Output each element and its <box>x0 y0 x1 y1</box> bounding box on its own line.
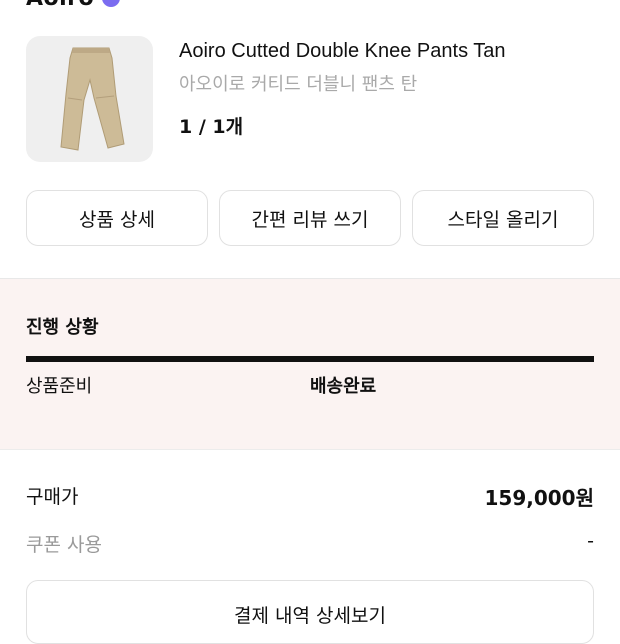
coupon-label: 쿠폰 사용 <box>26 534 102 556</box>
write-review-button[interactable]: 간편 리뷰 쓰기 <box>219 190 401 246</box>
product-name-ko: 아오이로 커티드 더블니 팬츠 탄 <box>179 74 418 95</box>
price-row: 구매가 159,000원 <box>26 482 595 510</box>
price-value: 159,000원 <box>484 486 595 510</box>
coupon-row: 쿠폰 사용 - <box>26 530 594 556</box>
product-summary: Aoiro Cutted Double Knee Pants Tan 아오이로 … <box>26 36 594 162</box>
price-label: 구매가 <box>26 486 79 508</box>
product-thumbnail[interactable] <box>26 36 153 162</box>
product-name-en[interactable]: Aoiro Cutted Double Knee Pants Tan <box>179 40 506 63</box>
progress-bar <box>26 356 594 362</box>
payment-detail-button[interactable]: 결제 내역 상세보기 <box>26 580 594 644</box>
verified-badge-icon <box>102 0 121 7</box>
post-style-button[interactable]: 스타일 올리기 <box>412 190 594 246</box>
section-divider <box>0 449 620 450</box>
product-actions: 상품 상세 간편 리뷰 쓰기 스타일 올리기 <box>26 190 594 246</box>
coupon-value: - <box>587 530 594 552</box>
pants-icon <box>60 47 125 151</box>
brand-header: Aoiro <box>26 0 121 11</box>
progress-section: 진행 상황 상품준비 배송완료 <box>0 279 620 449</box>
stage-label-delivered: 배송완료 <box>310 376 377 397</box>
product-detail-button[interactable]: 상품 상세 <box>26 190 208 246</box>
product-quantity: 1 / 1개 <box>179 116 244 138</box>
brand-name[interactable]: Aoiro <box>26 0 94 11</box>
progress-bar-fill <box>26 356 594 362</box>
stage-label-preparing: 상품준비 <box>26 376 93 397</box>
progress-title: 진행 상황 <box>26 317 99 338</box>
